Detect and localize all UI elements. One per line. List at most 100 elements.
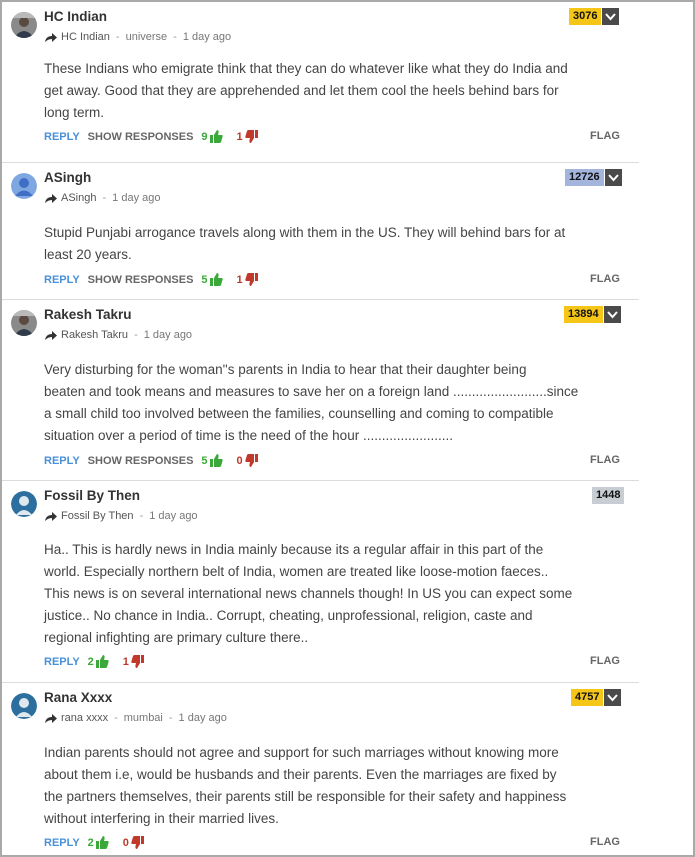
upvote-count: 2 [87, 836, 94, 849]
flag-button[interactable]: FLAG [590, 454, 620, 466]
flag-button[interactable]: FLAG [590, 130, 620, 142]
comment-location: mumbai [123, 712, 163, 724]
comment-text: These Indians who emigrate think that th… [44, 61, 568, 120]
comment-meta: ASingh -1 day ago [44, 192, 160, 204]
user-points-badge[interactable]: 13894 [564, 306, 621, 323]
meta-separator: - [134, 329, 138, 341]
comment-meta: Rakesh Takru -1 day ago [44, 329, 192, 341]
flag-button[interactable]: FLAG [590, 836, 620, 848]
comment-actions: REPLY SHOW RESPONSES 5 0 [44, 454, 258, 467]
chevron-down-icon[interactable] [602, 8, 620, 25]
comment-text: Indian parents should not agree and supp… [44, 745, 567, 826]
user-points: 4757 [571, 689, 604, 706]
meta-separator: - [114, 712, 118, 724]
comment-item: Rakesh Takru Rakesh Takru -1 day ago 13894 V… [2, 300, 639, 481]
thumbs-down-icon[interactable] [245, 130, 258, 143]
upvote-count: 5 [201, 454, 208, 467]
share-arrow-icon [44, 511, 58, 522]
comment-username[interactable]: Rana Xxxx [44, 690, 112, 705]
comment-list: HC Indian HC Indian - universe -1 day ago 307… [2, 2, 639, 855]
photo-avatar-icon[interactable] [11, 310, 37, 336]
chevron-down-icon[interactable] [604, 169, 622, 186]
comment-actions: REPLY SHOW RESPONSES 5 1 [44, 273, 258, 286]
reply-button[interactable]: REPLY [44, 274, 80, 286]
comment-author-link[interactable]: rana xxxx [61, 712, 108, 724]
comment-meta: rana xxxx - mumbai -1 day ago [44, 712, 227, 724]
thumbs-down-icon[interactable] [131, 655, 144, 668]
comment-location: universe [125, 31, 168, 43]
reply-button[interactable]: REPLY [44, 837, 80, 849]
share-arrow-icon [44, 713, 58, 724]
meta-separator: - [115, 31, 120, 43]
reply-button[interactable]: REPLY [44, 131, 80, 143]
downvote-count: 0 [122, 836, 129, 849]
user-points-badge[interactable]: 3076 [569, 8, 620, 25]
comment-time: 1 day ago [112, 192, 161, 204]
thumbs-up-icon[interactable] [209, 130, 223, 143]
reply-button[interactable]: REPLY [44, 656, 80, 668]
comment-username[interactable]: Rakesh Takru [44, 307, 132, 322]
downvote-count: 1 [122, 655, 129, 668]
flag-button[interactable]: FLAG [590, 273, 620, 285]
downvote-count: 1 [236, 273, 243, 286]
reply-button[interactable]: REPLY [44, 455, 80, 467]
chevron-down-icon[interactable] [604, 689, 622, 706]
thumbs-up-icon[interactable] [95, 655, 109, 668]
meta-separator: - [168, 712, 173, 724]
comment-time: 1 day ago [182, 31, 232, 43]
show-responses-button[interactable]: SHOW RESPONSES [88, 455, 194, 467]
meta-separator: - [173, 31, 177, 43]
photo-avatar-icon[interactable] [11, 12, 37, 38]
flag-button[interactable]: FLAG [590, 655, 620, 667]
comment-item: Fossil By Then Fossil By Then -1 day ago 14… [2, 481, 639, 683]
default-user-icon[interactable] [11, 173, 37, 199]
show-responses-button[interactable]: SHOW RESPONSES [88, 131, 194, 143]
share-arrow-icon [44, 330, 58, 341]
comment-item: ASingh ASingh -1 day ago 12726 Stupid Punjab… [2, 163, 639, 300]
share-arrow-icon [44, 32, 58, 43]
upvote-count: 5 [201, 273, 208, 286]
user-points: 13894 [564, 306, 603, 323]
thumbs-up-icon[interactable] [95, 836, 109, 849]
comment-item: HC Indian HC Indian - universe -1 day ago 307… [2, 2, 639, 163]
comment-text: Very disturbing for the woman''s parents… [44, 362, 579, 443]
silhouette-avatar-icon[interactable] [11, 491, 37, 517]
comment-time: 1 day ago [149, 510, 198, 522]
downvote-count: 1 [236, 130, 243, 143]
comment-actions: REPLY SHOW RESPONSES 9 1 [44, 130, 258, 143]
meta-separator: - [102, 192, 107, 204]
thumbs-down-icon[interactable] [131, 836, 144, 849]
comment-author-link[interactable]: Rakesh Takru [61, 329, 128, 341]
comment-text: Stupid Punjabi arrogance travels along w… [44, 225, 566, 262]
user-points-badge[interactable]: 1448 [592, 487, 625, 504]
user-points: 12726 [565, 169, 604, 186]
comment-time: 1 day ago [178, 712, 227, 724]
thumbs-down-icon[interactable] [245, 273, 258, 286]
upvote-count: 9 [201, 130, 208, 143]
meta-separator: - [139, 510, 144, 522]
thumbs-up-icon[interactable] [209, 273, 223, 286]
comment-item: Rana Xxxx rana xxxx - mumbai -1 day ago 4757 I… [2, 683, 639, 855]
thumbs-up-icon[interactable] [209, 454, 223, 467]
comment-meta: HC Indian - universe -1 day ago [44, 31, 231, 43]
share-arrow-icon [44, 193, 58, 204]
comment-actions: REPLY 2 0 [44, 836, 144, 849]
comment-username[interactable]: ASingh [44, 170, 91, 185]
silhouette-avatar-icon[interactable] [11, 693, 37, 719]
comment-meta: Fossil By Then -1 day ago [44, 510, 198, 522]
chevron-down-icon[interactable] [603, 306, 621, 323]
thumbs-down-icon[interactable] [245, 454, 258, 467]
comment-author-link[interactable]: Fossil By Then [61, 510, 134, 522]
comment-actions: REPLY 2 1 [44, 655, 144, 668]
comment-author-link[interactable]: HC Indian [61, 31, 110, 43]
show-responses-button[interactable]: SHOW RESPONSES [88, 274, 194, 286]
comment-username[interactable]: HC Indian [44, 9, 107, 24]
comments-panel: HC Indian HC Indian - universe -1 day ago 307… [0, 0, 695, 857]
user-points-badge[interactable]: 4757 [571, 689, 622, 706]
user-points-badge[interactable]: 12726 [565, 169, 622, 186]
downvote-count: 0 [236, 454, 243, 467]
comment-time: 1 day ago [143, 329, 193, 341]
comment-author-link[interactable]: ASingh [61, 192, 96, 204]
comment-username[interactable]: Fossil By Then [44, 488, 140, 503]
upvote-count: 2 [87, 655, 94, 668]
